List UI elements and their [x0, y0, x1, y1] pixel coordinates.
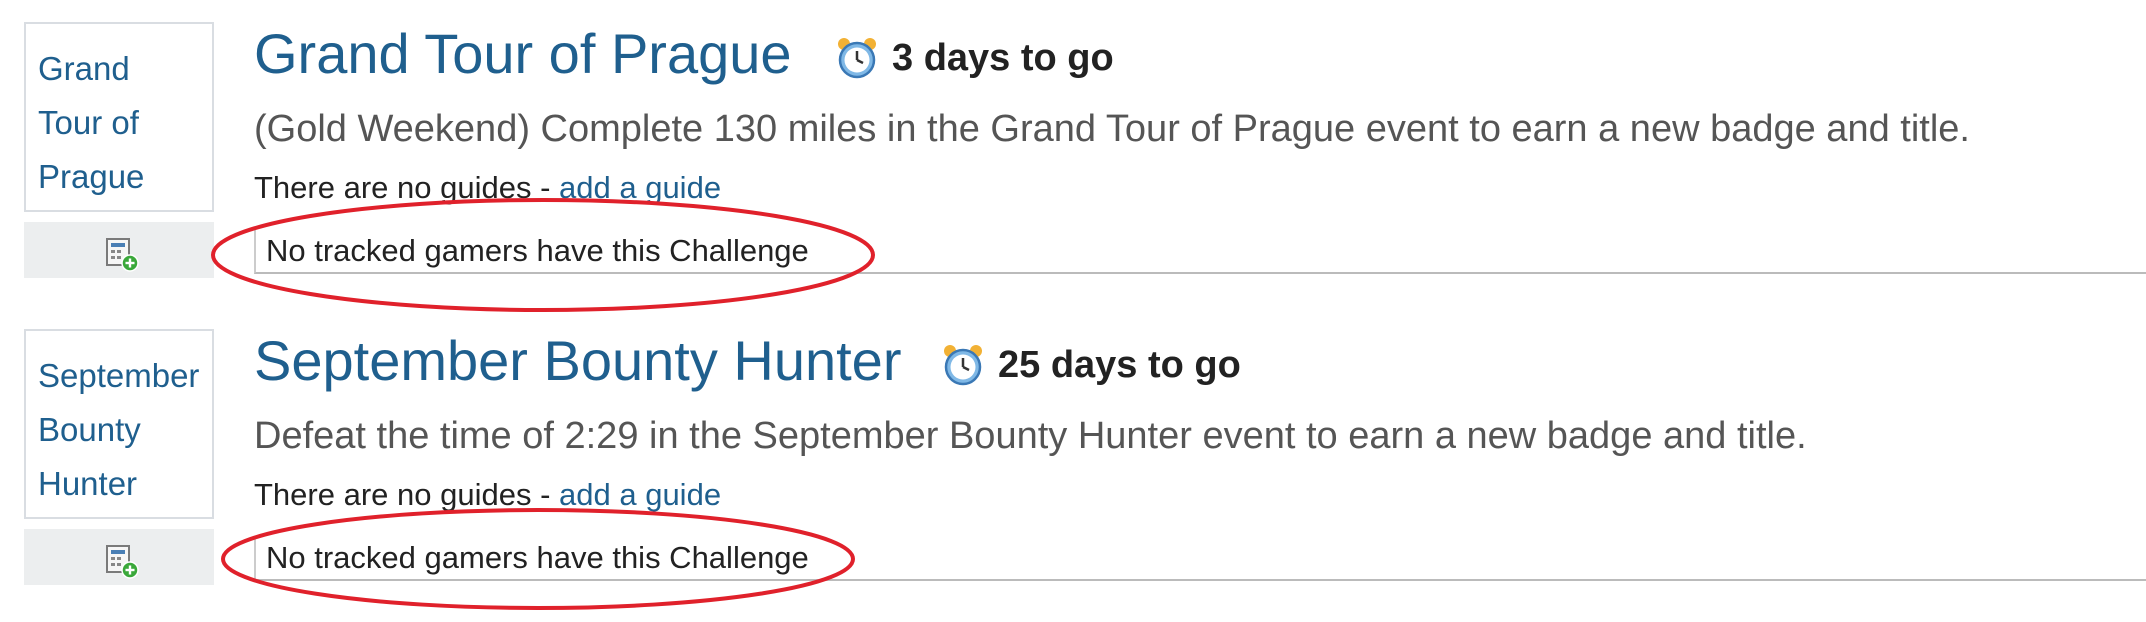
- countdown: 25 days to go: [940, 341, 1241, 389]
- guides-line: There are no guides - add a guide: [254, 475, 721, 515]
- countdown: 3 days to go: [834, 34, 1114, 82]
- guides-line: There are no guides - add a guide: [254, 168, 721, 208]
- alarm-clock-icon: [944, 345, 982, 386]
- thumbnail-text-line[interactable]: Prague: [38, 150, 200, 204]
- countdown-text: 25 days to go: [998, 344, 1241, 386]
- add-tracker-icon[interactable]: [104, 236, 140, 272]
- challenge-thumbnail[interactable]: Grand Tour of Prague: [24, 22, 214, 212]
- add-tracker-icon[interactable]: [104, 543, 140, 579]
- challenge-description: (Gold Weekend) Complete 130 miles in the…: [254, 108, 1970, 150]
- add-guide-link[interactable]: add a guide: [559, 477, 721, 512]
- challenge-title[interactable]: Grand Tour of Prague: [254, 18, 792, 90]
- challenge-title[interactable]: September Bounty Hunter: [254, 325, 901, 397]
- countdown-text: 3 days to go: [892, 37, 1114, 79]
- track-challenge-cell[interactable]: [24, 222, 214, 278]
- challenge-thumbnail[interactable]: September Bounty Hunter: [24, 329, 214, 519]
- guides-status-text: There are no guides -: [254, 477, 560, 512]
- thumbnail-text-line[interactable]: Hunter: [38, 457, 200, 511]
- challenge-row: September Bounty Hunter September Bounty…: [0, 307, 2146, 610]
- alarm-clock-icon: [838, 38, 876, 79]
- tracked-gamers-text: No tracked gamers have this Challenge: [266, 233, 809, 268]
- tracked-gamers-text: No tracked gamers have this Challenge: [266, 540, 809, 575]
- track-challenge-cell[interactable]: [24, 529, 214, 585]
- challenge-description: Defeat the time of 2:29 in the September…: [254, 415, 1807, 457]
- tracked-gamers-box: No tracked gamers have this Challenge: [254, 537, 2146, 581]
- challenge-row: Grand Tour of Prague Grand Tour of Pragu…: [0, 0, 2146, 312]
- thumbnail-text-line[interactable]: Tour of: [38, 96, 200, 150]
- tracked-gamers-box: No tracked gamers have this Challenge: [254, 230, 2146, 274]
- thumbnail-text-line[interactable]: Bounty: [38, 403, 200, 457]
- guides-status-text: There are no guides -: [254, 170, 560, 205]
- add-guide-link[interactable]: add a guide: [559, 170, 721, 205]
- thumbnail-text-line[interactable]: Grand: [38, 42, 200, 96]
- thumbnail-text-line[interactable]: September: [38, 349, 200, 403]
